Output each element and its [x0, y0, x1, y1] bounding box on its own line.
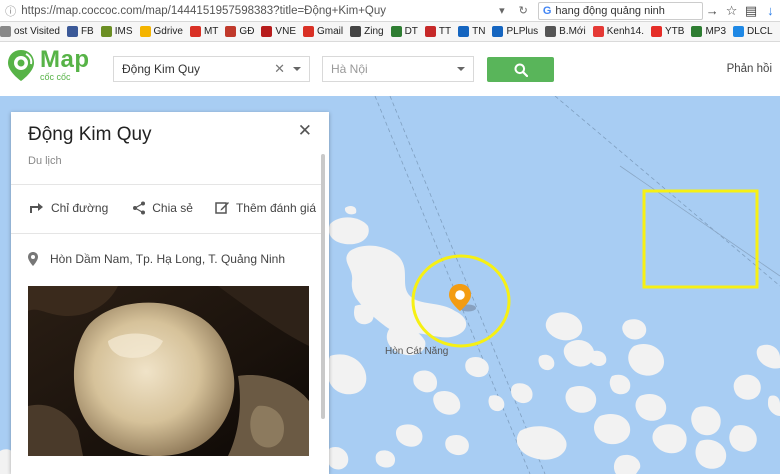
place-photo[interactable]	[28, 286, 309, 456]
bookmark-item[interactable]: GĐ	[225, 26, 254, 37]
place-info-panel: Động Kim Quy ✕ Du lịch Chỉ đường Chia sẻ	[11, 112, 329, 474]
search-button[interactable]	[487, 57, 554, 82]
bookmark-item[interactable]: VNE	[261, 26, 296, 37]
bookmark-item[interactable]: Kenh14.	[592, 26, 644, 37]
bookmark-favicon-icon	[225, 26, 237, 37]
download-icon[interactable]: ↓	[761, 0, 780, 22]
add-review-button[interactable]: Thêm đánh giá	[215, 200, 316, 215]
island-label: Hòn Cát Năng	[385, 346, 448, 357]
bookmark-star-icon[interactable]: ☆	[722, 0, 741, 22]
bookmark-item[interactable]: DT	[390, 26, 418, 37]
bookmark-item[interactable]: YTB	[650, 26, 684, 37]
bookmark-favicon-icon	[302, 26, 314, 37]
bookmark-favicon-icon	[261, 26, 273, 37]
region-select[interactable]: Hà Nội	[322, 56, 474, 82]
bookmark-favicon-icon	[733, 26, 744, 37]
bookmark-favicon-icon	[424, 26, 436, 37]
place-actions: Chỉ đường Chia sẻ Thêm đánh giá	[11, 200, 321, 215]
bookmark-item[interactable]: DLCL	[733, 26, 773, 37]
bookmark-favicon-icon	[100, 26, 112, 37]
go-arrow-icon[interactable]: →	[703, 0, 722, 22]
chevron-down-icon[interactable]	[293, 67, 301, 71]
feedback-link[interactable]: Phản hồi	[727, 63, 772, 75]
info-icon[interactable]: ⓘ	[0, 3, 21, 19]
place-title: Động Kim Quy	[28, 124, 152, 145]
edit-icon	[215, 202, 229, 214]
bookmark-favicon-icon	[66, 26, 78, 37]
bookmark-item[interactable]: TN	[458, 26, 485, 37]
bookmark-favicon-icon	[139, 26, 151, 37]
logo-subtitle: cốc cốc	[40, 72, 71, 82]
clear-icon[interactable]: ✕	[274, 61, 285, 77]
bookmark-item[interactable]: ost Visited	[0, 26, 60, 37]
bookmark-item[interactable]: MP3	[691, 26, 726, 37]
share-icon	[133, 201, 146, 214]
location-pin-icon	[28, 252, 38, 266]
close-icon[interactable]: ✕	[298, 121, 312, 141]
app-header: Map cốc cốc Động Kim Quy ✕ Hà Nội Phản h…	[0, 42, 780, 96]
bookmark-favicon-icon	[189, 26, 201, 37]
bookmark-favicon-icon	[650, 26, 662, 37]
bookmark-item[interactable]: Gmail	[302, 26, 343, 37]
directions-button[interactable]: Chỉ đường	[29, 201, 108, 215]
bookmark-favicon-icon	[458, 26, 470, 37]
place-search-input[interactable]: Động Kim Quy ✕	[113, 56, 310, 82]
bookmark-favicon-icon	[691, 26, 703, 37]
map-pin-logo-icon	[8, 50, 34, 81]
cave-photo-image	[28, 286, 309, 456]
bookmark-item[interactable]: TT	[424, 26, 451, 37]
bookmark-favicon-icon	[545, 26, 557, 37]
divider	[11, 184, 321, 185]
chevron-down-icon[interactable]	[457, 67, 465, 71]
reload-icon[interactable]: ↻	[513, 0, 534, 22]
divider	[11, 233, 321, 234]
bookmark-item[interactable]: Gdrive	[139, 26, 183, 37]
bookmark-favicon-icon	[350, 26, 362, 37]
bookmark-favicon-icon	[592, 26, 604, 37]
place-category: Du lịch	[28, 155, 62, 167]
bookmark-favicon-icon	[0, 26, 11, 37]
dropdown-icon[interactable]: ▾	[491, 0, 512, 22]
coccoc-map-logo[interactable]: Map cốc cốc	[6, 48, 90, 82]
bookmark-item[interactable]: Zing	[350, 26, 384, 37]
directions-icon	[30, 202, 43, 213]
browser-search-input[interactable]: G hang động quảng ninh	[537, 1, 703, 20]
google-icon: G	[542, 4, 552, 17]
bookmark-item[interactable]: PLPlus	[492, 26, 538, 37]
bookmarks-bar: ost Visited FB IMS Gdrive MT GĐ VNE Gmail Zing DT…	[0, 22, 780, 42]
panel-scrollbar[interactable]	[321, 154, 325, 419]
bookmark-item[interactable]: IMS	[100, 26, 133, 37]
bookmark-item[interactable]: B.Mới	[545, 26, 586, 37]
place-address: Hòn Dầm Nam, Tp. Hạ Long, T. Quảng Ninh	[28, 252, 285, 266]
address-bar[interactable]: https://map.coccoc.com/map/1444151957598…	[21, 5, 491, 17]
bookmark-item[interactable]: MT	[189, 26, 218, 37]
bookmark-favicon-icon	[390, 26, 402, 37]
share-button[interactable]: Chia sẻ	[132, 201, 193, 215]
logo-title: Map	[40, 46, 90, 73]
clipboard-icon[interactable]: ▤	[741, 0, 760, 22]
bookmark-favicon-icon	[492, 26, 504, 37]
browser-toolbar: ⓘ https://map.coccoc.com/map/14441519575…	[0, 0, 780, 22]
search-icon	[514, 63, 528, 77]
bookmark-item[interactable]: FB	[66, 26, 94, 37]
